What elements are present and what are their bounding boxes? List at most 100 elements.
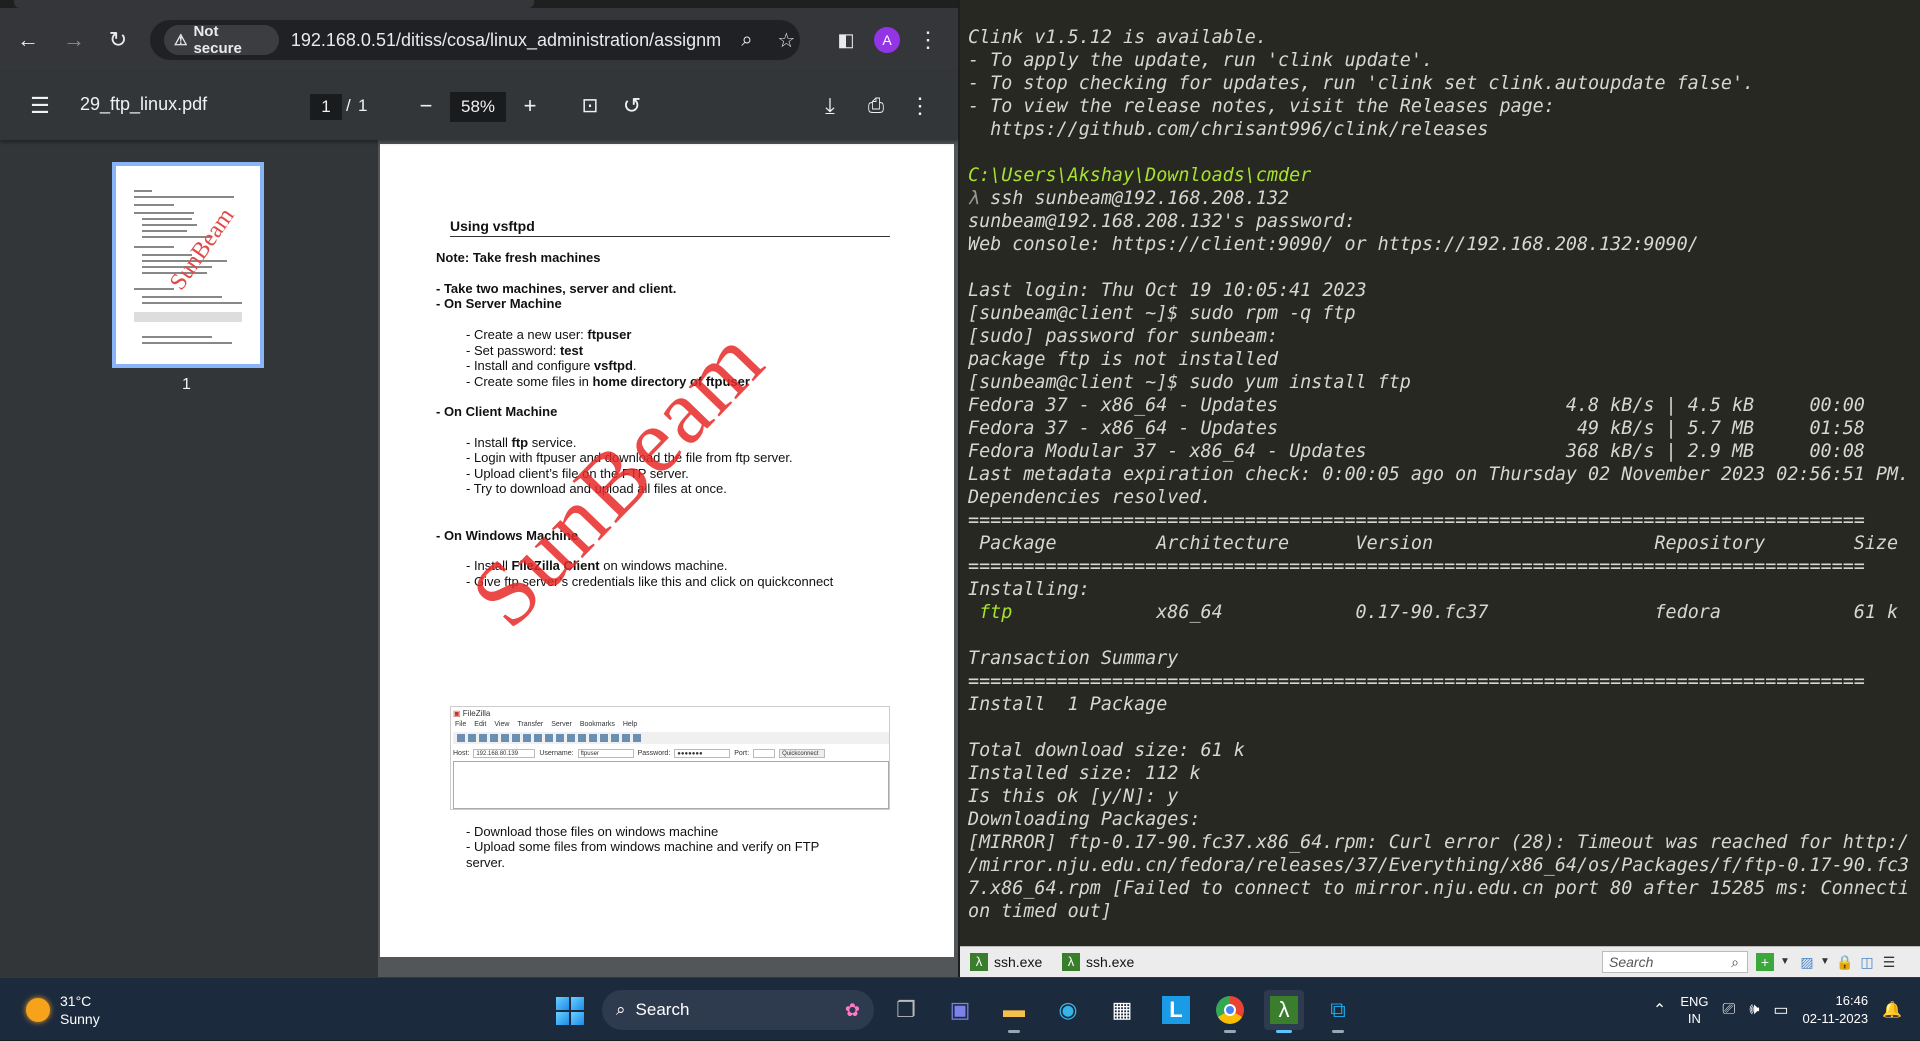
browser-window: ← → ↻ ⚠ Not secure 192.168.0.51/ditiss/c… [0, 0, 958, 977]
new-console-icon[interactable]: + [1756, 953, 1774, 971]
doc-line: - Set password: test [466, 343, 584, 358]
dropdown-icon[interactable]: ▼ [1776, 953, 1794, 971]
zoom-in-icon[interactable]: + [512, 88, 548, 124]
terminal-line: Installing: [968, 579, 1090, 600]
taskbar-search[interactable]: ⌕ Search ✿ [602, 990, 874, 1030]
terminal-line: - To view the release notes, visit the R… [968, 96, 1555, 117]
cmder-window[interactable]: Clink v1.5.12 is available. - To apply th… [960, 0, 1920, 977]
lambda-icon: λ [1062, 953, 1080, 971]
profile-avatar[interactable]: A [874, 27, 900, 53]
security-chip[interactable]: ⚠ Not secure [164, 23, 279, 57]
browser-menu-icon[interactable]: ⋮ [910, 22, 946, 58]
notification-bell-icon[interactable]: 🔔 [1882, 1000, 1902, 1020]
chevron-up-icon[interactable]: ⌃ [1653, 1000, 1666, 1020]
print-icon[interactable]: ⎙ [858, 88, 894, 124]
microsoft-store-icon[interactable]: ▦ [1102, 990, 1142, 1030]
page-thumbnail[interactable]: SunBeam [112, 162, 264, 368]
teams-chat-icon[interactable]: ▣ [940, 990, 980, 1030]
console-tab[interactable]: λ ssh.exe [1062, 951, 1134, 973]
navigation-bar: ← → ↻ ⚠ Not secure 192.168.0.51/ditiss/c… [0, 8, 958, 72]
terminal-line: /mirror.nju.edu.cn/fedora/releases/37/Ev… [968, 855, 1910, 876]
filezilla-menu: File Edit View Transfer Server Bookmarks Help [455, 721, 638, 728]
forward-arrow-icon[interactable]: → [56, 22, 92, 58]
address-bar[interactable]: ⚠ Not secure 192.168.0.51/ditiss/cosa/li… [150, 20, 800, 60]
terminal-line: Installed size: 112 k [968, 763, 1201, 784]
terminal-line: Is this ok [y/N]: y [968, 786, 1179, 807]
security-label: Not secure [193, 23, 242, 57]
terminal-line: Clink v1.5.12 is available. [968, 27, 1267, 48]
note-line: Note: Take fresh machines [436, 250, 601, 265]
terminal-line: sunbeam@192.168.208.132's password: [968, 211, 1356, 232]
reload-icon[interactable]: ↻ [100, 22, 136, 58]
terminal-line: 7.x86_64.rpm [Failed to connect to mirro… [968, 878, 1910, 899]
heading-rule [450, 236, 890, 237]
menu-icon[interactable]: ☰ [1880, 953, 1898, 971]
terminal-line: [MIRROR] ftp-0.17-90.fc37.x86_64.rpm: Cu… [968, 832, 1910, 853]
sun-icon [26, 998, 50, 1022]
pdf-more-icon[interactable]: ⋮ [902, 88, 938, 124]
volume-icon[interactable]: 🕪 [1749, 1001, 1759, 1019]
terminal-line: Transaction Summary [968, 648, 1179, 669]
pdf-thumbnail-sidebar: SunBeam 1 [0, 140, 378, 977]
side-panel-icon[interactable]: ◧ [828, 22, 864, 58]
terminal-line: ========================================… [968, 510, 1865, 531]
terminal-line: Fedora 37 - x86_64 - Updates 49 kB/s | 5… [968, 418, 1865, 439]
task-view-icon[interactable]: ❐ [886, 990, 926, 1030]
section-client: - On Client Machine [436, 404, 558, 419]
doc-line: - Upload some files from windows machine… [466, 839, 820, 854]
app-l-icon[interactable]: L [1156, 990, 1196, 1030]
terminal-line: λ ssh sunbeam@192.168.208.132 [968, 188, 1290, 209]
weather-temperature: 31°C [60, 993, 92, 1009]
terminal-line: Last login: Thu Oct 19 10:05:41 2023 [968, 280, 1367, 301]
network-icon[interactable]: ⎚ [1723, 1001, 1736, 1019]
terminal-line: Total download size: 61 k [968, 740, 1245, 761]
rotate-icon[interactable]: ↺ [614, 88, 650, 124]
zoom-magnifier-icon[interactable]: ⌕ [733, 29, 760, 52]
edge-browser-icon[interactable]: ◉ [1048, 990, 1088, 1030]
sidebar-menu-icon[interactable]: ☰ [22, 88, 58, 124]
terminal-line: Fedora Modular 37 - x86_64 - Updates 368… [968, 441, 1865, 462]
download-icon[interactable]: ⤓ [812, 88, 848, 124]
url-text[interactable]: 192.168.0.51/ditiss/cosa/linux_administr… [291, 30, 721, 51]
terminal-line: Last metadata expiration check: 0:00:05 … [968, 464, 1910, 485]
language-indicator[interactable]: ENG IN [1680, 993, 1708, 1027]
active-tab[interactable] [14, 0, 534, 8]
zoom-out-icon[interactable]: − [408, 88, 444, 124]
taskbar-clock[interactable]: 16:46 02-11-2023 [1803, 992, 1869, 1028]
virtualbox-icon[interactable]: ⧉ [1318, 990, 1358, 1033]
back-arrow-icon[interactable]: ← [10, 22, 46, 58]
fit-page-icon[interactable]: ⊡ [572, 88, 608, 124]
terminal-line: https://github.com/chrisant996/clink/rel… [968, 119, 1489, 140]
lock-icon[interactable]: 🔒 [1836, 953, 1854, 971]
pdf-toolbar: ☰ 29_ftp_linux.pdf 1 / 1 − 58% + ⊡ ↺ ⤓ ⎙… [0, 72, 958, 140]
search-highlight-icon: ✿ [844, 999, 860, 1020]
chrome-icon[interactable] [1210, 990, 1250, 1033]
dropdown-icon[interactable]: ▼ [1816, 953, 1834, 971]
cmder-icon[interactable]: λ [1264, 990, 1304, 1033]
terminal-line: Dependencies resolved. [968, 487, 1212, 508]
page-separator: / [346, 96, 351, 115]
terminal-line: ========================================… [968, 556, 1865, 577]
page-total: 1 [358, 96, 368, 115]
browser-actions: ◧ A ⋮ [828, 20, 958, 60]
split-pane-icon[interactable]: ◫ [1858, 953, 1876, 971]
weather-widget[interactable]: 31°C Sunny [26, 992, 100, 1028]
search-icon[interactable]: ⌕ [1726, 953, 1744, 971]
bookmark-star-icon[interactable]: ☆ [773, 28, 800, 53]
windows-start-icon[interactable] [556, 997, 584, 1025]
file-explorer-icon[interactable]: ▬ [994, 990, 1034, 1033]
weather-condition: Sunny [60, 1011, 100, 1027]
terminal-line: Downloading Packages: [968, 809, 1201, 830]
terminal-output[interactable]: Clink v1.5.12 is available. - To apply th… [968, 26, 1916, 946]
terminal-line: ========================================… [968, 671, 1865, 692]
battery-icon[interactable]: ▭ [1773, 1000, 1788, 1020]
filezilla-quickconnect-bar: Host: 192.168.80.139 Username: ftpuser Pas… [453, 747, 889, 759]
view-icon[interactable]: ▨ [1798, 953, 1816, 971]
terminal-line: - To stop checking for updates, run 'cli… [968, 73, 1755, 94]
zoom-level-input[interactable]: 58% [450, 92, 506, 122]
console-tab[interactable]: λ ssh.exe [970, 951, 1042, 973]
page-number-input[interactable]: 1 [310, 94, 342, 120]
